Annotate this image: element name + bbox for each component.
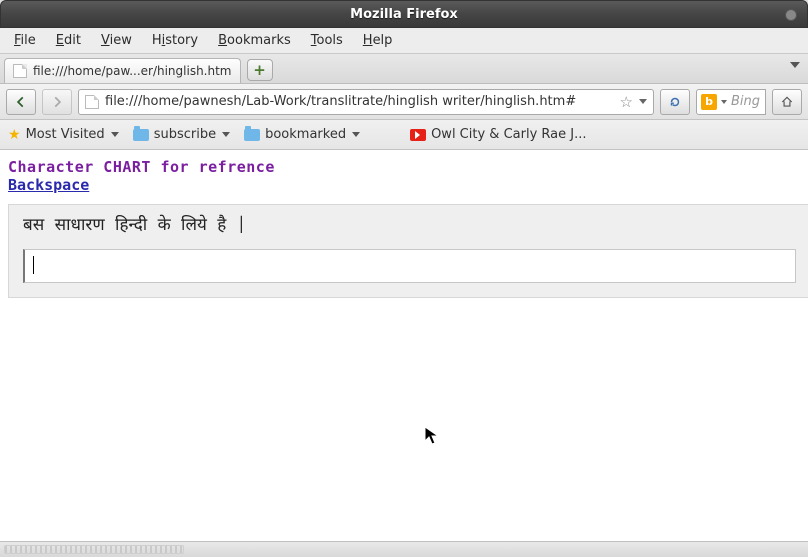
search-engine-dropdown-icon[interactable]	[721, 100, 727, 104]
nav-toolbar: file:///home/pawnesh/Lab-Work/translitra…	[0, 84, 808, 120]
menu-view[interactable]: View	[93, 30, 140, 51]
bookmark-bookmarked[interactable]: bookmarked	[244, 127, 360, 142]
menu-bar: File Edit View History Bookmarks Tools H…	[0, 28, 808, 54]
url-bar[interactable]: file:///home/pawnesh/Lab-Work/translitra…	[78, 89, 654, 115]
menu-tools[interactable]: Tools	[303, 30, 351, 51]
reload-button[interactable]	[660, 89, 690, 115]
bookmarks-toolbar: ★ Most Visited subscribe bookmarked Owl …	[0, 120, 808, 150]
tab-active[interactable]: file:///home/paw...er/hinglish.htm	[4, 58, 241, 83]
window-title: Mozilla Firefox	[350, 7, 458, 22]
tab-overflow-icon[interactable]	[790, 62, 800, 68]
backspace-link[interactable]: Backspace	[8, 176, 89, 194]
bookmark-label: bookmarked	[265, 127, 346, 142]
arrow-right-icon	[50, 95, 64, 109]
chevron-down-icon	[111, 132, 119, 137]
reload-icon	[668, 95, 682, 109]
chevron-down-icon	[352, 132, 360, 137]
back-button[interactable]	[6, 89, 36, 115]
search-box[interactable]: b Bing	[696, 89, 766, 115]
star-icon: ★	[8, 127, 21, 143]
bookmark-label: Owl City & Carly Rae J...	[431, 127, 586, 142]
status-bar	[0, 541, 808, 557]
url-dropdown-icon[interactable]	[639, 99, 647, 104]
new-tab-button[interactable]: +	[247, 59, 273, 81]
menu-bookmarks[interactable]: Bookmarks	[210, 30, 299, 51]
youtube-icon	[410, 129, 426, 141]
search-placeholder: Bing	[731, 94, 760, 109]
menu-help[interactable]: Help	[355, 30, 401, 51]
bookmark-label: Most Visited	[26, 127, 105, 142]
search-box-group: b Bing	[696, 89, 766, 115]
transliteration-input[interactable]	[23, 249, 796, 283]
url-text: file:///home/pawnesh/Lab-Work/translitra…	[105, 94, 614, 109]
bookmark-subscribe[interactable]: subscribe	[133, 127, 230, 142]
bookmark-star-icon[interactable]: ☆	[620, 93, 633, 111]
forward-button[interactable]	[42, 89, 72, 115]
sample-output-text: बस साधारण हिन्दी के लिये है |	[23, 215, 796, 237]
bookmark-owl-city[interactable]: Owl City & Carly Rae J...	[410, 127, 586, 142]
page-heading: Character CHART for refrence	[8, 158, 808, 176]
home-icon	[780, 95, 794, 109]
menu-edit[interactable]: Edit	[48, 30, 89, 51]
page-icon	[13, 64, 27, 78]
menu-history[interactable]: History	[144, 30, 206, 51]
tab-label: file:///home/paw...er/hinglish.htm	[33, 64, 232, 78]
status-bar-gripper[interactable]	[4, 545, 184, 554]
folder-icon	[244, 129, 260, 141]
menu-file[interactable]: File	[6, 30, 44, 51]
folder-icon	[133, 129, 149, 141]
arrow-left-icon	[14, 95, 28, 109]
page-content: Character CHART for refrence Backspace ब…	[0, 150, 808, 541]
chevron-down-icon	[222, 132, 230, 137]
bing-icon: b	[701, 94, 717, 110]
tab-strip: file:///home/paw...er/hinglish.htm +	[0, 54, 808, 84]
bookmark-label: subscribe	[154, 127, 216, 142]
bookmark-most-visited[interactable]: ★ Most Visited	[8, 127, 119, 143]
window-titlebar: Mozilla Firefox	[0, 0, 808, 28]
home-button[interactable]	[772, 89, 802, 115]
text-caret	[33, 256, 34, 274]
window-control-dot[interactable]	[785, 9, 797, 21]
transliteration-panel: बस साधारण हिन्दी के लिये है |	[8, 204, 808, 298]
site-identity-icon[interactable]	[85, 95, 99, 109]
